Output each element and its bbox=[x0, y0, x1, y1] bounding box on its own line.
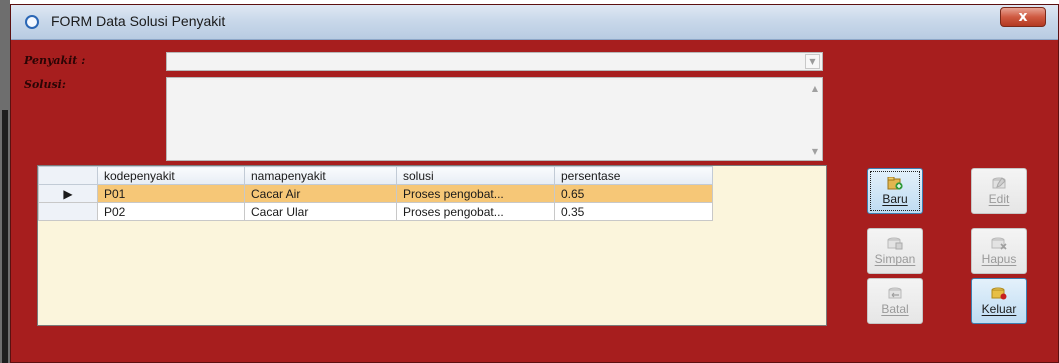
delete-icon bbox=[991, 237, 1007, 250]
hapus-label: Hapus bbox=[981, 252, 1017, 266]
cell-kodepenyakit[interactable]: P01 bbox=[97, 184, 245, 203]
new-file-icon bbox=[887, 176, 903, 190]
hapus-button[interactable]: Hapus bbox=[971, 228, 1027, 274]
title-bar[interactable]: FORM Data Solusi Penyakit x bbox=[11, 5, 1058, 40]
close-button[interactable]: x bbox=[1000, 7, 1046, 27]
batal-button[interactable]: Batal bbox=[867, 278, 923, 324]
cell-solusi[interactable]: Proses pengobat... bbox=[396, 184, 555, 203]
background-dark-strip bbox=[2, 110, 8, 363]
keluar-label: Keluar bbox=[981, 302, 1017, 316]
keluar-button[interactable]: Keluar bbox=[971, 278, 1027, 324]
solusi-label: Solusi: bbox=[24, 78, 66, 91]
column-header-kodepenyakit[interactable]: kodepenyakit bbox=[97, 166, 245, 185]
undo-icon bbox=[887, 287, 903, 300]
row-selector-icon[interactable]: ▶ bbox=[38, 184, 98, 203]
save-icon bbox=[887, 237, 903, 250]
chevron-down-icon[interactable]: ▼ bbox=[805, 54, 820, 69]
solusi-textarea[interactable]: ▲ ▼ bbox=[166, 77, 823, 161]
grid-corner-cell[interactable] bbox=[38, 166, 98, 185]
window-title: FORM Data Solusi Penyakit bbox=[51, 13, 226, 29]
edit-label: Edit bbox=[988, 192, 1010, 206]
simpan-label: Simpan bbox=[874, 252, 916, 266]
cell-solusi[interactable]: Proses pengobat... bbox=[396, 202, 555, 221]
cell-kodepenyakit[interactable]: P02 bbox=[97, 202, 245, 221]
scroll-down-icon[interactable]: ▼ bbox=[812, 147, 818, 156]
cell-namapenyakit[interactable]: Cacar Air bbox=[244, 184, 397, 203]
edit-icon bbox=[991, 177, 1007, 190]
batal-label: Batal bbox=[881, 302, 909, 316]
background-strip bbox=[0, 0, 10, 363]
simpan-button[interactable]: Simpan bbox=[867, 228, 923, 274]
column-header-namapenyakit[interactable]: namapenyakit bbox=[244, 166, 397, 185]
cell-persentase[interactable]: 0.65 bbox=[554, 184, 713, 203]
table-row[interactable]: P02 Cacar Ular Proses pengobat... 0.35 bbox=[38, 202, 713, 221]
row-header[interactable] bbox=[38, 202, 98, 221]
baru-button[interactable]: Baru bbox=[867, 168, 923, 214]
penyakit-combobox[interactable]: ▼ bbox=[166, 52, 823, 71]
column-header-solusi[interactable]: solusi bbox=[396, 166, 555, 185]
close-icon: x bbox=[1018, 9, 1028, 25]
window-icon bbox=[25, 15, 39, 29]
cell-namapenyakit[interactable]: Cacar Ular bbox=[244, 202, 397, 221]
data-grid[interactable]: kodepenyakit namapenyakit solusi persent… bbox=[37, 165, 827, 326]
cell-persentase[interactable]: 0.35 bbox=[554, 202, 713, 221]
edit-button[interactable]: Edit bbox=[971, 168, 1027, 214]
baru-label: Baru bbox=[882, 192, 908, 206]
grid-header-row: kodepenyakit namapenyakit solusi persent… bbox=[38, 166, 713, 185]
form-window: FORM Data Solusi Penyakit x Penyakit : ▼… bbox=[10, 4, 1059, 363]
scroll-up-icon[interactable]: ▲ bbox=[812, 84, 818, 93]
exit-icon bbox=[991, 287, 1007, 300]
column-header-persentase[interactable]: persentase bbox=[554, 166, 713, 185]
table-row[interactable]: ▶ P01 Cacar Air Proses pengobat... 0.65 bbox=[38, 184, 713, 203]
penyakit-label: Penyakit : bbox=[24, 54, 86, 67]
